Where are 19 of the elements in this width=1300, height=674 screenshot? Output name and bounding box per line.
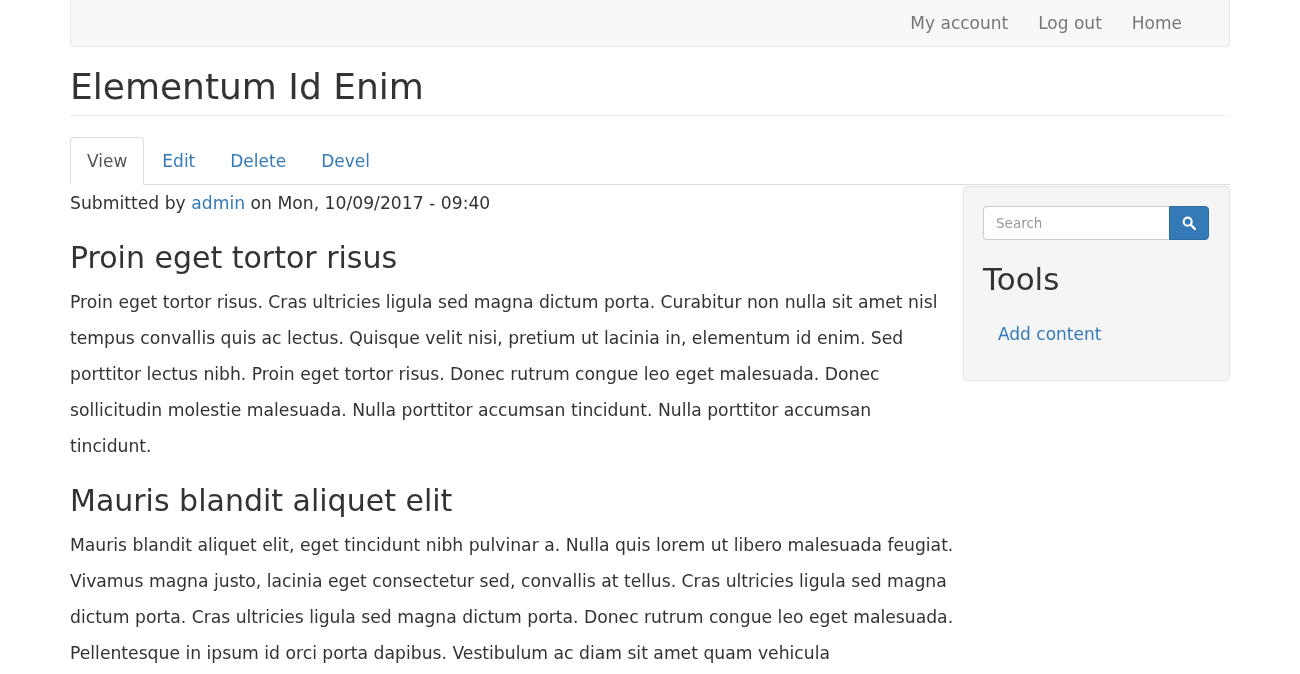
author-link[interactable]: admin	[191, 193, 246, 213]
submitted-line: Submitted by admin on Mon, 10/09/2017 - 09:40	[70, 192, 492, 215]
nav-link[interactable]: My account	[895, 0, 1024, 46]
section-heading: Mauris blandit aliquet elit	[70, 484, 454, 517]
tab[interactable]: Delete	[213, 137, 304, 185]
search-button[interactable]	[1169, 206, 1209, 240]
section-paragraph: Mauris blandit aliquet elit, eget tincidunt nibh pulvinar a. Nulla quis lorem ut libero malesuada feugiat. Vivamus magna justo, lacinia eget consectetur sed, convallis at tellus. Cras ultricies ligula sed magna dictum porta. Cras ultricies ligula sed magna dictum porta. Donec rutrum congue leo eget malesuada. Pellentesque in ipsum id orci porta dapibus. Vestibulum ac diam sit amet quam vehicula	[70, 534, 954, 665]
tab[interactable]: Edit	[145, 137, 213, 185]
tab[interactable]: View	[70, 137, 145, 185]
tab[interactable]: Devel	[304, 137, 387, 185]
sidebar-link[interactable]: Add content	[983, 321, 1117, 347]
page-title: Elementum Id Enim	[70, 65, 424, 109]
block-title: Tools	[983, 260, 1060, 298]
nav-link[interactable]: Log out	[1023, 0, 1117, 46]
search-icon	[1182, 216, 1196, 230]
section-heading: Proin eget tortor risus	[70, 241, 399, 274]
section-paragraph: Proin eget tortor risus. Cras ultricies ligula sed magna dictum porta. Curabitur non nulla sit amet nisl tempus convallis quis ac lectus. Quisque velit nisi, pretium ut lacinia in, elementum id enim. Sed porttitor lectus nibh. Proin eget tortor risus. Donec rutrum congue leo eget malesuada. Donec sollicitudin molestie malesuada. Nulla porttitor accumsan tincidunt. Nulla porttitor accumsan tincidunt.	[70, 291, 939, 458]
search-field[interactable]: Search	[983, 206, 1169, 240]
nav-link[interactable]: Home	[1116, 0, 1197, 46]
